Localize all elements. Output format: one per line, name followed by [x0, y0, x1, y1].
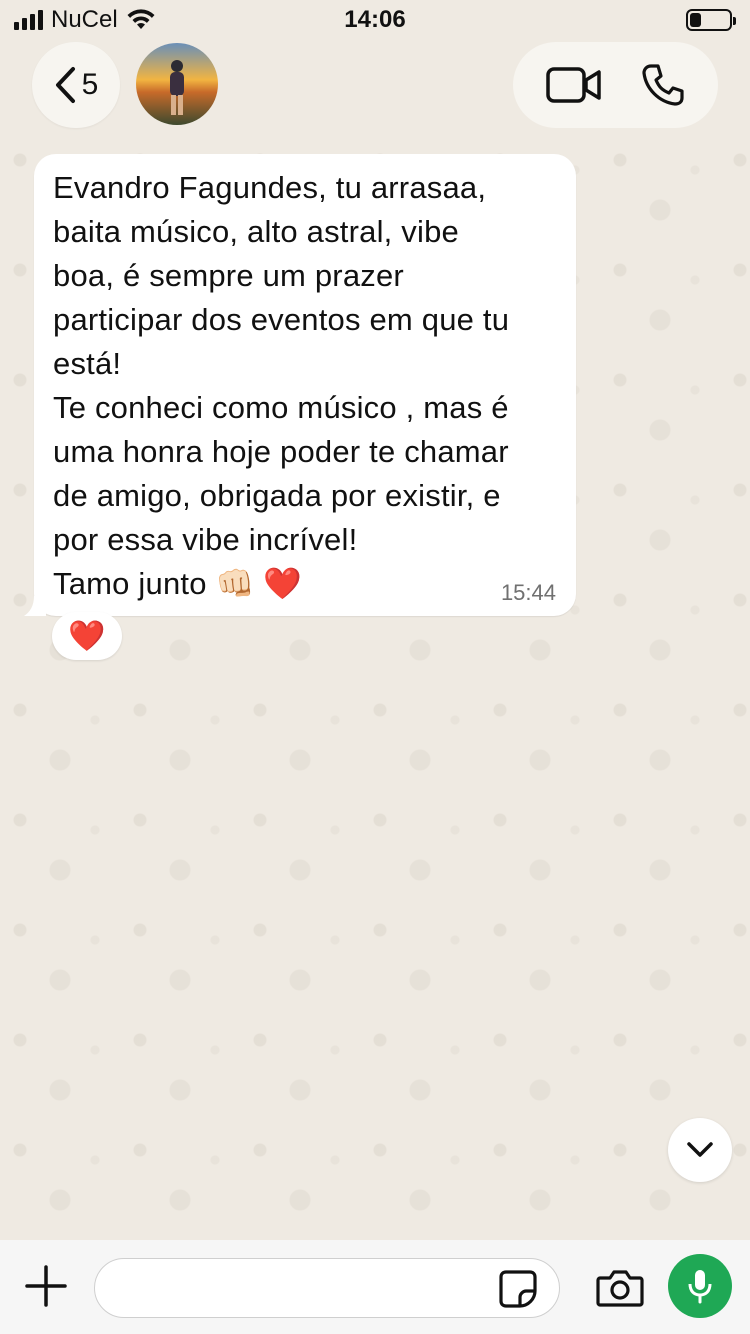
message-input[interactable]	[94, 1258, 560, 1318]
status-bar: NuCel 14:06	[0, 0, 750, 40]
message-bubble[interactable]: Evandro Fagundes, tu arrasaa, baita músi…	[34, 154, 576, 616]
status-left: NuCel	[14, 6, 156, 34]
chevron-down-icon	[687, 1142, 713, 1157]
battery-icon	[686, 9, 736, 31]
message-reaction[interactable]: ❤️	[52, 612, 122, 660]
bubble-tail	[24, 596, 46, 616]
voice-message-button[interactable]	[668, 1254, 732, 1318]
phone-icon[interactable]	[641, 63, 685, 107]
video-call-icon[interactable]	[546, 66, 602, 104]
message-input-bar	[0, 1240, 750, 1334]
scroll-to-bottom-button[interactable]	[668, 1118, 732, 1182]
chevron-left-icon	[55, 67, 75, 103]
call-actions	[513, 42, 718, 128]
camera-icon[interactable]	[596, 1268, 644, 1308]
avatar-person-image	[170, 60, 184, 115]
microphone-icon	[688, 1270, 712, 1304]
contact-avatar[interactable]	[136, 43, 218, 125]
plus-icon[interactable]	[24, 1264, 68, 1308]
message-text: Evandro Fagundes, tu arrasaa, baita músi…	[53, 170, 510, 601]
back-button[interactable]: 5	[32, 42, 120, 128]
chat-header: 5	[0, 40, 750, 140]
sticker-icon[interactable]	[498, 1269, 538, 1309]
wifi-icon	[127, 9, 155, 29]
carrier-name: NuCel	[51, 6, 118, 33]
signal-strength-icon	[14, 10, 43, 30]
unread-count: 5	[81, 68, 99, 101]
message-time: 15:44	[500, 580, 556, 605]
heart-reaction-icon: ❤️	[68, 619, 106, 653]
